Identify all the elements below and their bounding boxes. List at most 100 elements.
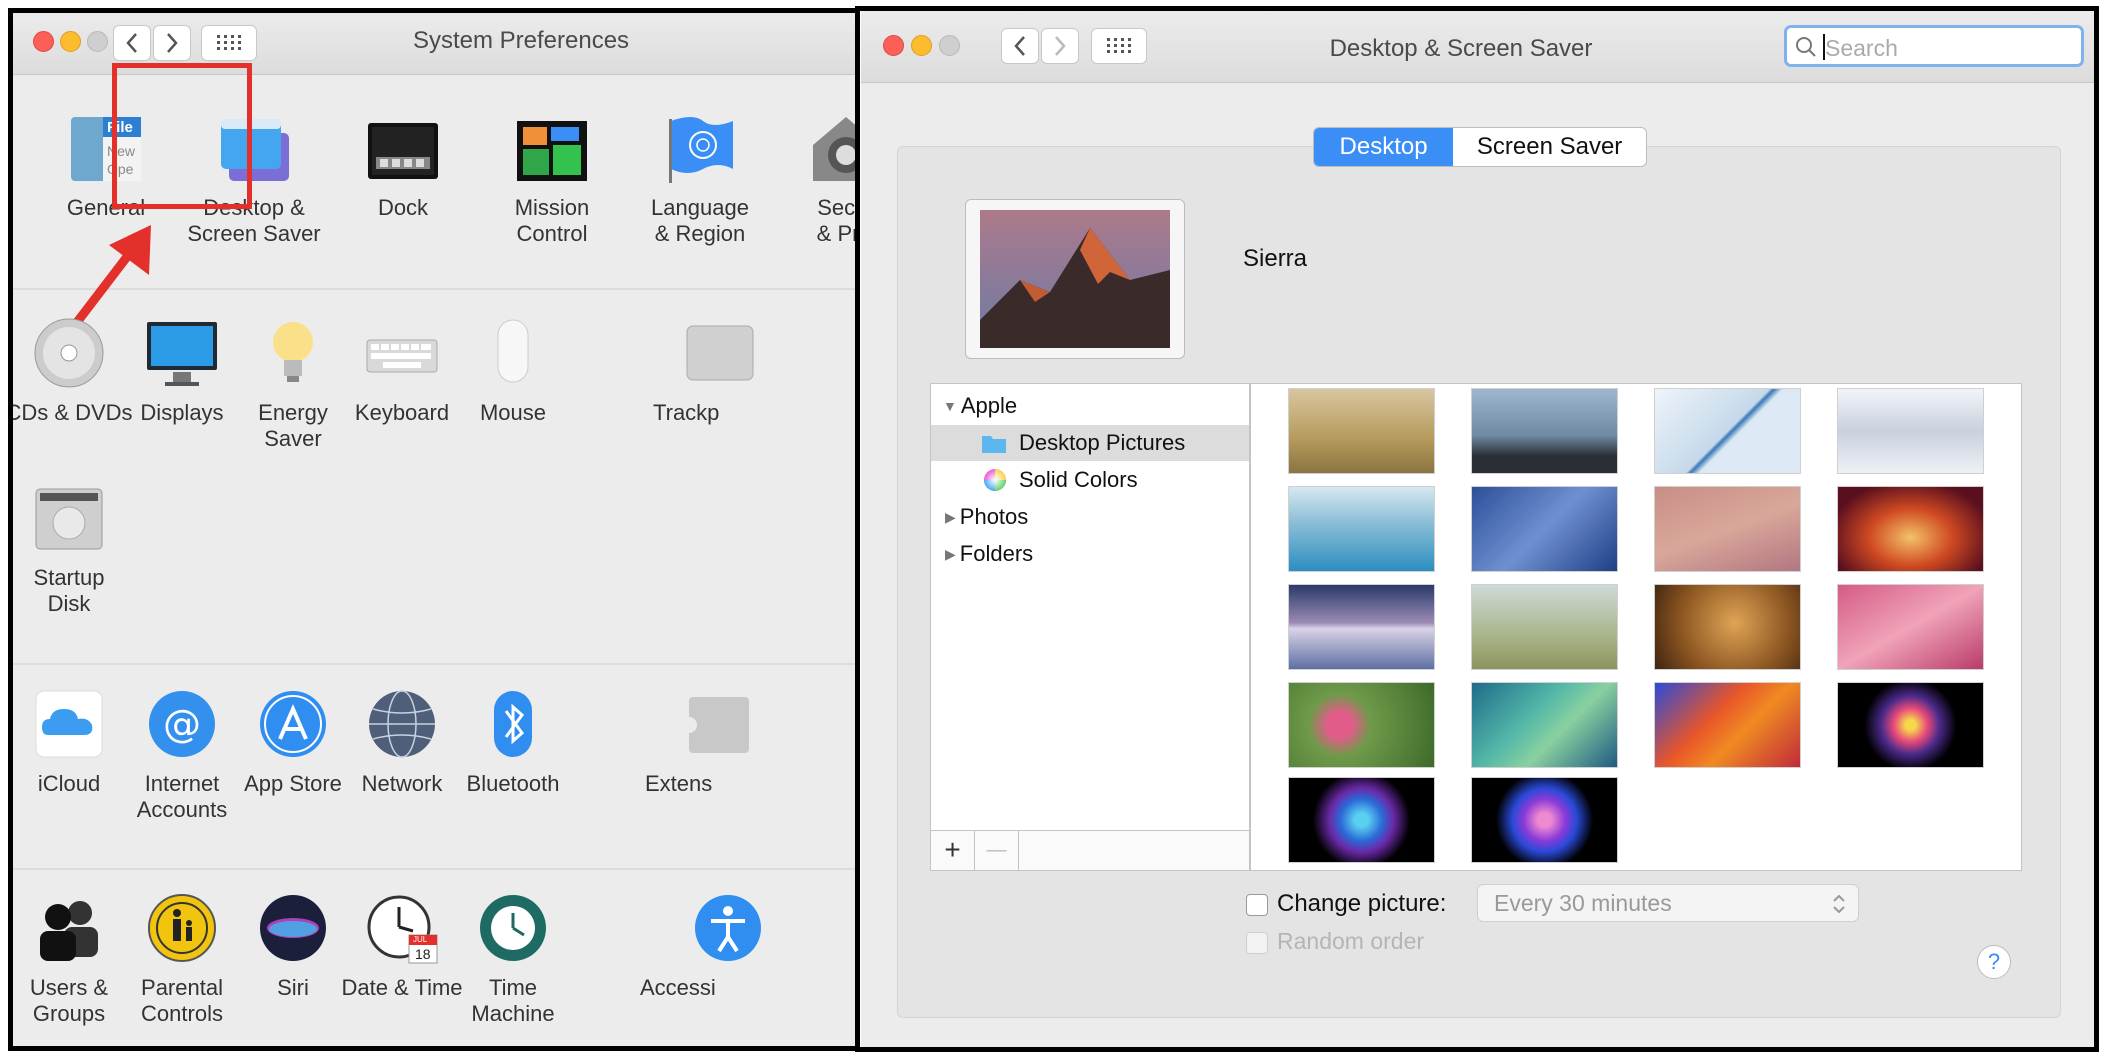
- show-all-button[interactable]: [1091, 28, 1147, 64]
- forward-button[interactable]: [1041, 28, 1079, 64]
- random-order-checkbox[interactable]: [1246, 932, 1268, 954]
- hard-disk-icon: [32, 481, 106, 555]
- source-desktop-pictures[interactable]: Desktop Pictures: [931, 425, 1249, 461]
- desktop-titlebar: Desktop & Screen Saver Search: [861, 11, 2095, 83]
- chevron-left-icon: [126, 33, 137, 53]
- wallpaper-thumbnail[interactable]: [1837, 584, 1984, 670]
- current-picture-well[interactable]: [965, 199, 1185, 359]
- app-store-icon: [256, 687, 330, 761]
- pref-label: Trackp: [653, 400, 720, 425]
- wallpaper-thumbnail[interactable]: [1837, 682, 1984, 768]
- dock-icon: [366, 111, 440, 185]
- pref-label: Secur & Priv: [816, 195, 857, 246]
- wallpaper-thumbnail[interactable]: [1471, 777, 1618, 863]
- forward-button[interactable]: [153, 25, 191, 61]
- minimize-button[interactable]: [911, 35, 932, 56]
- source-list: ▼ Apple Desktop Pictures Solid Colors ▶ …: [930, 383, 1250, 871]
- show-all-button[interactable]: [201, 25, 257, 61]
- house-security-icon: [809, 111, 857, 185]
- change-picture-checkbox[interactable]: [1246, 894, 1268, 916]
- grid-icon: [1107, 38, 1131, 53]
- pref-security-privacy[interactable]: Secur & Priv: [771, 111, 857, 247]
- at-sign-icon: @: [145, 687, 219, 761]
- close-button[interactable]: [33, 31, 54, 52]
- wallpaper-thumbnail[interactable]: [1837, 486, 1984, 572]
- source-solid-colors[interactable]: Solid Colors: [931, 462, 1249, 498]
- bluetooth-icon: [476, 687, 550, 761]
- back-button[interactable]: [1001, 28, 1039, 64]
- pref-mission-control[interactable]: Mission Control: [477, 111, 627, 247]
- search-placeholder: Search: [1825, 35, 1898, 61]
- wallpaper-thumbnail[interactable]: [1288, 388, 1435, 474]
- disclosure-right-icon[interactable]: ▶: [945, 509, 956, 526]
- wallpaper-thumbnail[interactable]: [1288, 486, 1435, 572]
- zoom-button[interactable]: [87, 31, 108, 52]
- time-machine-icon: [476, 891, 550, 965]
- display-icon: [145, 316, 219, 390]
- wallpaper-thumbnail[interactable]: [1288, 584, 1435, 670]
- source-photos[interactable]: ▶ Photos: [931, 499, 1249, 535]
- remove-folder-button[interactable]: —: [975, 831, 1019, 871]
- folder-icon: [982, 436, 1006, 453]
- change-picture-label: Change picture:: [1277, 890, 1447, 917]
- chevron-right-icon: [167, 33, 178, 53]
- wallpaper-thumbnail[interactable]: [1654, 584, 1801, 670]
- window-title: Desktop & Screen Saver: [1329, 35, 1593, 62]
- pref-startup-disk[interactable]: Startup Disk: [11, 481, 144, 617]
- mouse-icon: [476, 316, 550, 390]
- search-field[interactable]: Search: [1784, 25, 2084, 67]
- siri-icon: [256, 891, 330, 965]
- zoom-button[interactable]: [939, 35, 960, 56]
- disclosure-right-icon[interactable]: ▶: [945, 546, 956, 563]
- wallpaper-thumbnail[interactable]: [1288, 682, 1435, 768]
- search-icon: [1796, 37, 1816, 57]
- source-list-toolbar: + —: [931, 830, 1249, 871]
- chevron-left-icon: [1014, 36, 1025, 56]
- pref-extensions[interactable]: Extens: [549, 687, 749, 797]
- puzzle-icon: [681, 687, 757, 761]
- add-folder-button[interactable]: +: [931, 831, 975, 871]
- pref-label: Dock: [377, 195, 429, 220]
- disc-icon: [32, 316, 106, 390]
- lightbulb-icon: [256, 316, 330, 390]
- help-button[interactable]: ?: [1977, 945, 2011, 979]
- wallpaper-thumbnail[interactable]: [1471, 682, 1618, 768]
- close-button[interactable]: [883, 35, 904, 56]
- pref-trackpad[interactable]: Trackp: [549, 316, 754, 426]
- source-apple[interactable]: ▼ Apple: [931, 388, 1249, 424]
- wallpaper-thumbnail[interactable]: [1654, 388, 1801, 474]
- wallpaper-thumbnail[interactable]: [1288, 777, 1435, 863]
- highlight-box: [112, 63, 252, 209]
- interval-popup[interactable]: Every 30 minutes: [1477, 884, 1859, 922]
- random-order-label: Random order: [1277, 928, 1425, 954]
- pref-label: Extens: [645, 771, 713, 796]
- back-button[interactable]: [113, 25, 151, 61]
- minimize-button[interactable]: [60, 31, 81, 52]
- color-wheel-icon: [984, 469, 1006, 491]
- wallpaper-thumbnail[interactable]: [1654, 682, 1801, 768]
- svg-text:@: @: [163, 702, 201, 746]
- flag-icon: [663, 111, 737, 185]
- users-icon: [32, 891, 106, 965]
- wallpaper-thumbnail[interactable]: [1654, 486, 1801, 572]
- source-folders[interactable]: ▶ Folders: [931, 536, 1249, 572]
- wallpaper-thumbnail[interactable]: [1837, 388, 1984, 474]
- parental-controls-icon: [145, 891, 219, 965]
- updown-chevron-icon: [1833, 894, 1845, 914]
- keyboard-icon: [365, 316, 439, 390]
- pref-accessibility[interactable]: Accessi: [549, 891, 761, 1001]
- desktop-screensaver-window: Desktop & Screen Saver Search Desktop Sc…: [861, 11, 2095, 1048]
- pref-dock[interactable]: Dock: [328, 111, 478, 221]
- tab-control: Desktop Screen Saver: [1313, 127, 1647, 167]
- tab-screen-saver[interactable]: Screen Saver: [1453, 128, 1646, 166]
- tab-desktop[interactable]: Desktop: [1314, 128, 1454, 166]
- wallpaper-thumbnail[interactable]: [1471, 486, 1618, 572]
- disclosure-down-icon[interactable]: ▼: [943, 398, 957, 414]
- chevron-right-icon: [1055, 36, 1066, 56]
- wallpaper-thumbnail[interactable]: [1471, 388, 1618, 474]
- globe-icon: [365, 687, 439, 761]
- trackpad-icon: [683, 316, 757, 390]
- icloud-icon: [32, 687, 106, 761]
- pref-language-region[interactable]: Language & Region: [625, 111, 775, 247]
- wallpaper-thumbnail[interactable]: [1471, 584, 1618, 670]
